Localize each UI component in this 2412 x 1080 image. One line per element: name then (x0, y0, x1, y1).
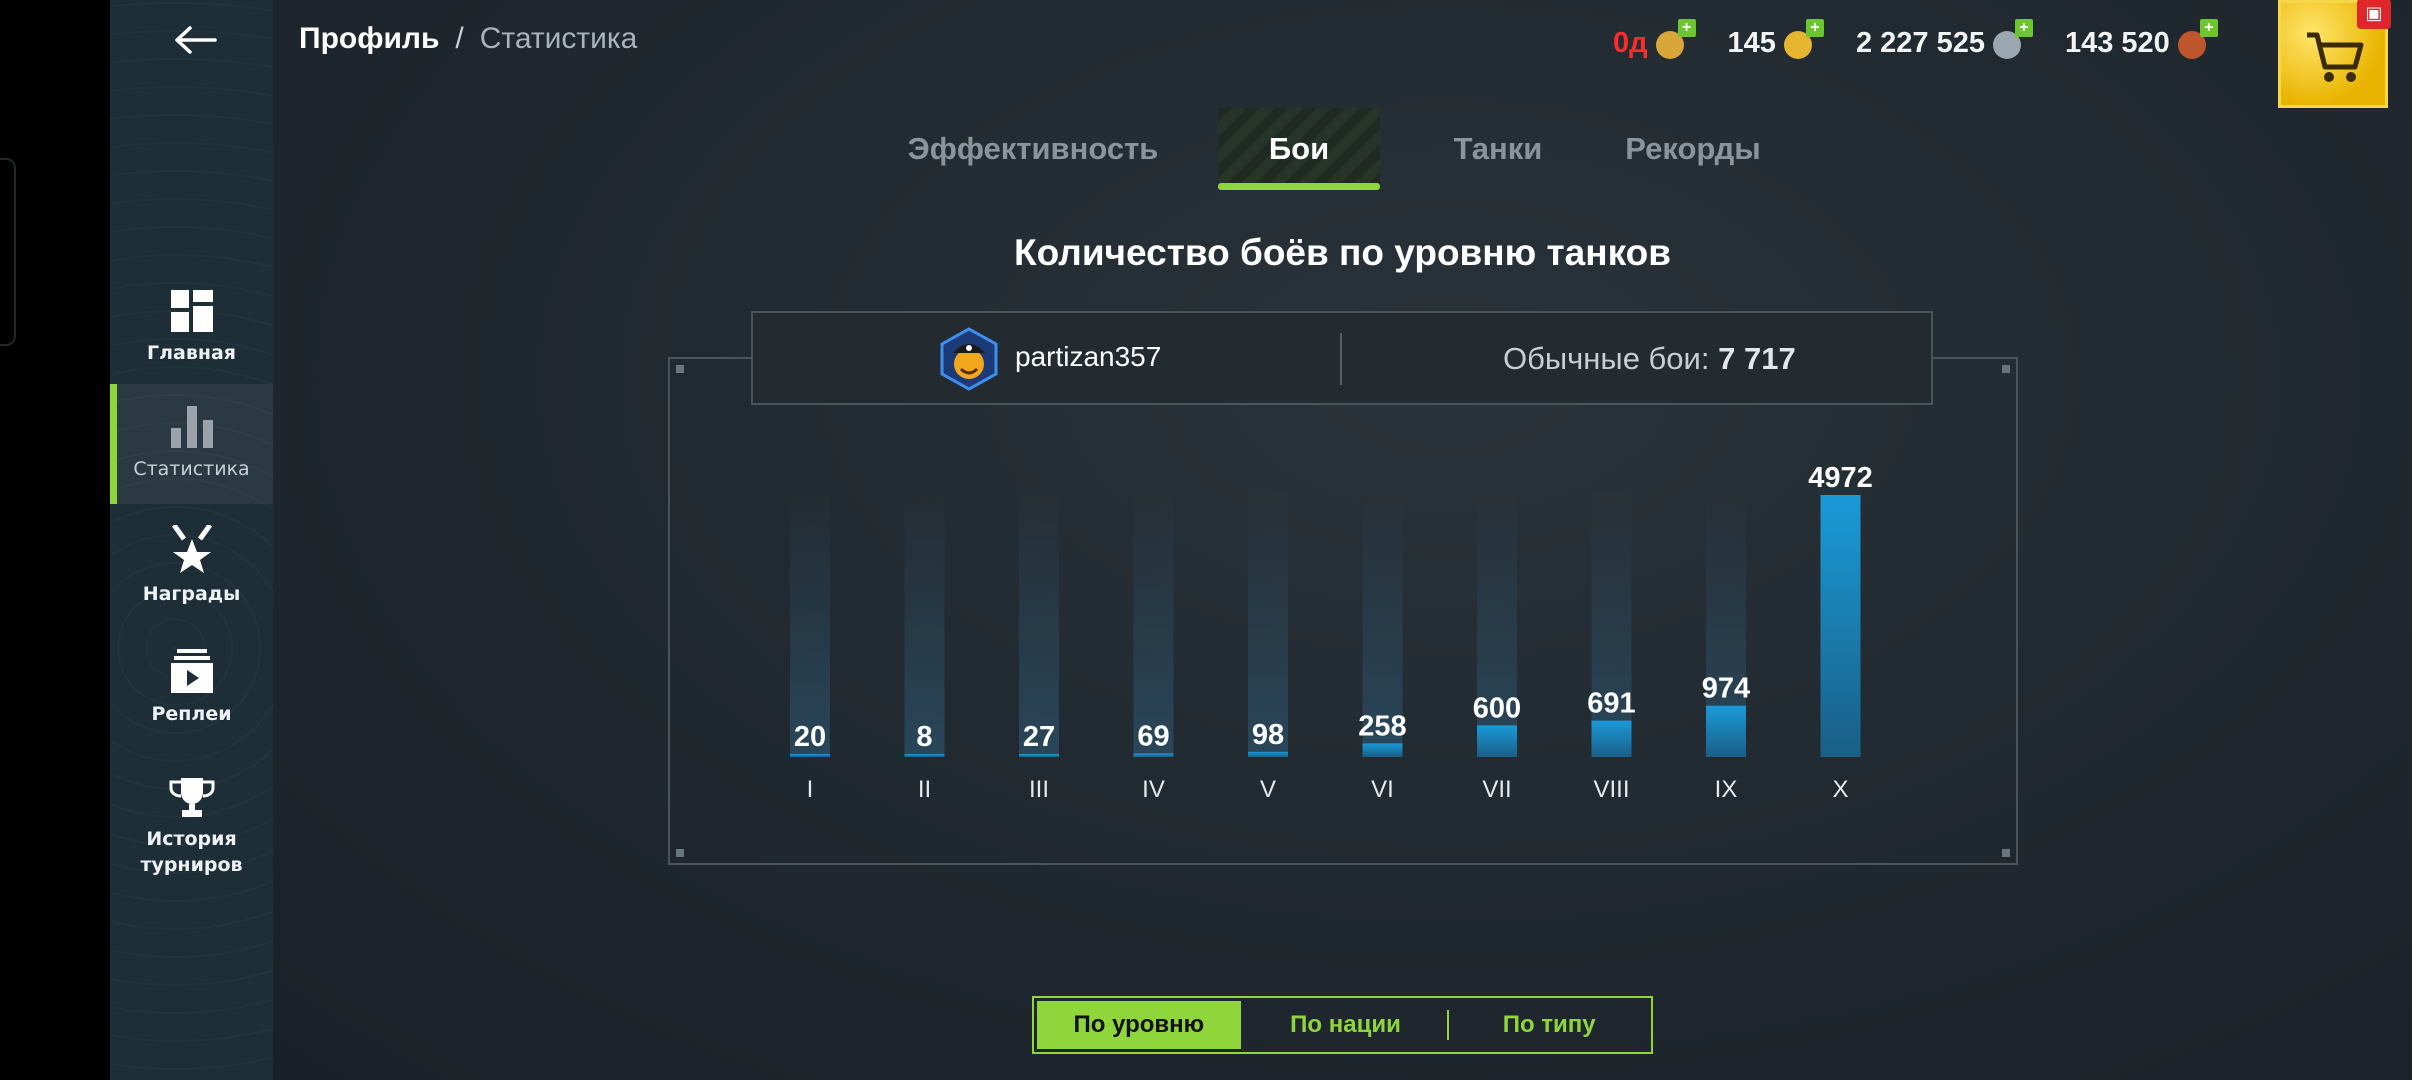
plus-icon: + (1677, 19, 1696, 37)
tier-tick-label: V (1260, 776, 1276, 803)
sidebar: Главная Статистика Награды Реплеи Истори… (110, 0, 273, 1080)
breadcrumb: Профиль / Статистика (299, 22, 637, 56)
premium-account[interactable]: 0д + (1613, 19, 1696, 61)
bar-tier-X (1820, 495, 1861, 757)
bar-tier-VI (1362, 743, 1403, 757)
credits-icon: + (1989, 19, 2033, 61)
stats-tabs: Эффективность Бои Танки Рекорды (273, 108, 2412, 190)
battles-by-tier-chart: 20 I 8 II 27 III 69 IV 98 V 258 VI 600 VII 691 VIII 974 I… (790, 462, 1873, 803)
bar-track (1133, 489, 1174, 757)
bar-tier-I (790, 754, 830, 757)
sidebar-item-tournaments[interactable]: История турниров (110, 768, 273, 888)
awards-icon (171, 525, 212, 573)
bar-tier-IV (1133, 753, 1174, 757)
bar-track (790, 489, 830, 757)
bezel-notch (0, 158, 16, 346)
tier-tick-label: III (1029, 776, 1049, 803)
sidebar-item-main[interactable]: Главная (110, 268, 273, 388)
bar-track (1248, 489, 1288, 757)
screen-bezel (0, 0, 110, 1080)
bar-tier-VII (1477, 725, 1517, 757)
breadcrumb-profile[interactable]: Профиль (299, 22, 439, 56)
premium-icon: + (1652, 19, 1696, 61)
gold-icon: + (1780, 19, 1824, 61)
bar-tier-VIII (1591, 720, 1632, 757)
bar-tier-II (904, 754, 945, 757)
trophy-icon (169, 778, 214, 817)
bar-value-label: 258 (1358, 710, 1406, 742)
group-by-nation-button[interactable]: По нации (1244, 998, 1448, 1052)
bar-tier-V (1248, 751, 1288, 757)
tab-battles[interactable]: Бои (1218, 108, 1380, 190)
bar-chart-icon (170, 406, 213, 448)
player-name: partizan357 (1015, 341, 1162, 372)
sidebar-item-label: Награды (142, 583, 241, 605)
free-xp-balance[interactable]: 143 520 + (2064, 19, 2218, 61)
arrow-left-icon (175, 26, 217, 54)
shopping-cart-icon (2307, 32, 2364, 82)
tier-tick-label: IV (1142, 776, 1165, 803)
chart-frame: 20 I 8 II 27 III 69 IV 98 V 258 VI 600 VII 691 VIII 974 I… (668, 357, 2018, 865)
shop-button[interactable]: ▣ (2278, 0, 2391, 108)
premium-days-value: 0д (1613, 26, 1648, 59)
sidebar-item-label: Статистика (133, 458, 250, 480)
sidebar-item-label: Реплеи (151, 703, 232, 725)
breadcrumb-separator: / (455, 22, 464, 55)
sidebar-item-label: История турниров (140, 828, 243, 876)
bar-value-label: 69 (1137, 720, 1169, 752)
bar-tier-IX (1706, 705, 1746, 757)
regular-battles-label: Обычные бои: (1503, 341, 1710, 376)
grouping-toggle: По уровню По нации По типу (1032, 996, 1653, 1054)
gift-icon: ▣ (2357, 0, 2391, 29)
sidebar-item-replays[interactable]: Реплеи (110, 628, 273, 748)
regular-battles-value: 7 717 (1718, 341, 1796, 376)
bar-track (1019, 489, 1059, 757)
bar-value-label: 20 (794, 721, 826, 753)
dashboard-icon (170, 290, 213, 332)
tab-tanks[interactable]: Танки (1423, 108, 1573, 190)
chart-title: Количество боёв по уровню танков (1014, 232, 1671, 273)
replays-icon (170, 649, 213, 693)
group-by-tier-button[interactable]: По уровню (1037, 1001, 1241, 1049)
bar-value-label: 98 (1252, 719, 1284, 751)
tier-tick-label: VIII (1593, 776, 1629, 803)
bar-tier-III (1019, 754, 1059, 757)
avatar (940, 327, 998, 391)
statistics-page: Профиль / Статистика 0д + 145 + 2 227 52… (273, 0, 2412, 1080)
plus-icon: + (2014, 19, 2033, 37)
tab-efficiency[interactable]: Эффективность (908, 108, 1159, 190)
tier-tick-label: VI (1371, 776, 1394, 803)
credits-value: 2 227 525 (1855, 26, 1985, 59)
sidebar-item-label: Главная (146, 342, 237, 364)
player-summary: partizan357 Обычные бои: 7 717 (751, 311, 1933, 405)
group-by-type-button[interactable]: По типу (1447, 998, 1651, 1052)
divider (1340, 333, 1342, 385)
regular-battles: Обычные бои: 7 717 (1503, 341, 1796, 377)
currency-bar: 0д + 145 + 2 227 525 + 143 520 + (1613, 18, 2250, 68)
plus-icon: + (2199, 19, 2218, 37)
bar-value-label: 4972 (1808, 462, 1873, 494)
credits-balance[interactable]: 2 227 525 + (1855, 19, 2033, 61)
bar-value-label: 600 (1473, 692, 1521, 724)
gold-value: 145 (1727, 26, 1776, 59)
sidebar-item-awards[interactable]: Награды (110, 506, 273, 626)
plus-icon: + (1805, 19, 1824, 37)
back-button[interactable] (170, 20, 220, 60)
tier-tick-label: X (1832, 776, 1848, 803)
tier-tick-label: I (807, 776, 814, 803)
breadcrumb-current: Статистика (479, 22, 638, 55)
bar-track (904, 489, 945, 757)
tier-tick-label: IX (1715, 776, 1738, 803)
free-xp-icon: + (2174, 19, 2218, 61)
gold-balance[interactable]: 145 + (1727, 19, 1824, 61)
bar-value-label: 27 (1023, 721, 1055, 753)
bar-value-label: 691 (1587, 688, 1635, 720)
tier-tick-label: VII (1482, 776, 1511, 803)
sidebar-item-statistics[interactable]: Статистика (110, 384, 273, 504)
bar-value-label: 974 (1702, 673, 1750, 705)
free-xp-value: 143 520 (2064, 26, 2170, 59)
tab-records[interactable]: Рекорды (1593, 108, 1793, 190)
tier-tick-label: II (918, 776, 931, 803)
bar-value-label: 8 (916, 721, 932, 753)
